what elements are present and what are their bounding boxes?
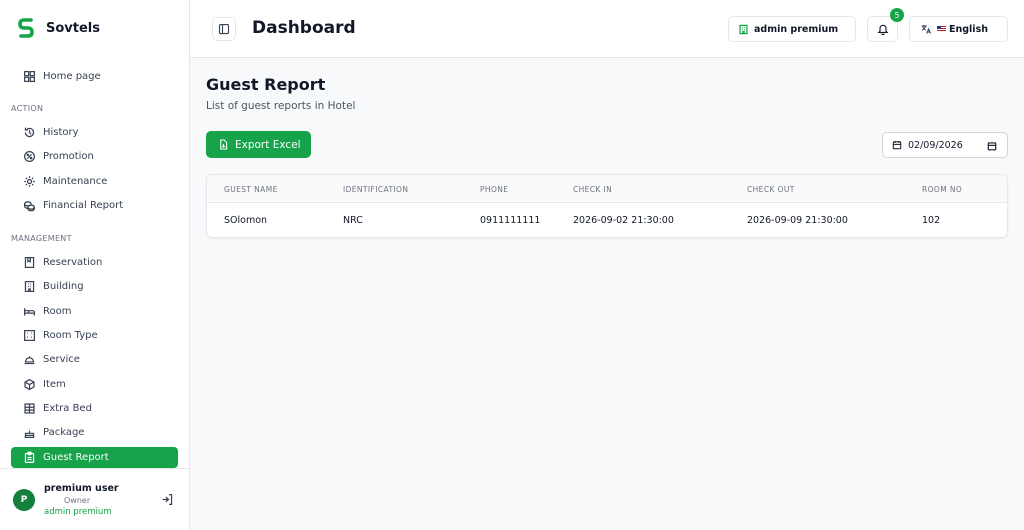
logout-icon[interactable] — [161, 493, 174, 506]
promotion-icon — [21, 149, 37, 165]
user-name: premium user — [44, 483, 119, 494]
sidebar-item-label: Promotion — [43, 151, 94, 162]
box-icon — [21, 377, 37, 393]
sidebar-item-label: Extra Bed — [43, 403, 92, 414]
sidebar: Sovtels Home page ACTION History Promoti… — [0, 0, 190, 530]
export-excel-label: Export Excel — [235, 138, 301, 151]
sidebar-item-label: Maintenance — [43, 176, 108, 187]
sidebar-item-label: Room Type — [43, 330, 98, 341]
notification-count-badge: 5 — [890, 8, 904, 22]
cell-identification: NRC — [343, 215, 363, 226]
org-selector-button[interactable]: admin premium — [728, 16, 856, 42]
sidebar-item-guest-report[interactable]: Guest Report — [11, 447, 178, 468]
sidebar-item-reservation[interactable]: Reservation — [11, 252, 178, 273]
sidebar-item-label: Home page — [43, 71, 101, 82]
sidebar-item-label: Guest Report — [43, 452, 109, 463]
section-title-action: ACTION — [11, 104, 44, 113]
report-title: Guest Report — [206, 75, 326, 94]
sidebar-item-home[interactable]: Home page — [11, 66, 178, 87]
sidebar-item-promotion[interactable]: Promotion — [11, 146, 178, 167]
cake-icon — [21, 425, 37, 441]
org-selector-label: admin premium — [754, 23, 839, 35]
sidebar-item-label: Service — [43, 354, 80, 365]
sidebar-item-building[interactable]: Building — [11, 276, 178, 297]
grid-icon — [21, 69, 37, 85]
cell-check-in: 2026-09-02 21:30:00 — [573, 215, 674, 226]
report-subtitle: List of guest reports in Hotel — [206, 100, 356, 112]
table-icon — [21, 401, 37, 417]
clipboard-icon — [21, 450, 37, 466]
bed-icon — [21, 304, 37, 320]
brand[interactable]: Sovtels — [18, 16, 100, 40]
translate-icon — [921, 24, 931, 34]
sidebar-item-label: History — [43, 127, 79, 138]
sidebar-item-label: Package — [43, 427, 85, 438]
sidebar-item-item[interactable]: Item — [11, 374, 178, 395]
sidebar-item-label: Financial Report — [43, 200, 124, 211]
brand-name: Sovtels — [46, 20, 100, 36]
export-excel-button[interactable]: Export Excel — [206, 131, 311, 158]
column-header-check-out: CHECK OUT — [747, 185, 795, 194]
sidebar-item-service[interactable]: Service — [11, 349, 178, 370]
building-icon — [21, 279, 37, 295]
cell-check-out: 2026-09-09 21:30:00 — [747, 215, 848, 226]
cell-guest-name: SOlomon — [224, 215, 268, 226]
page-title: Dashboard — [252, 18, 356, 38]
language-selector-button[interactable]: English — [909, 16, 1008, 42]
sidebar-toggle-button[interactable] — [212, 17, 236, 41]
file-export-icon — [220, 139, 228, 150]
sidebar-item-extra-bed[interactable]: Extra Bed — [11, 398, 178, 419]
sidebar-item-room[interactable]: Room — [11, 301, 178, 322]
user-role: Owner — [64, 496, 91, 505]
user-org: admin premium — [44, 507, 112, 517]
us-flag-icon — [937, 26, 946, 32]
avatar[interactable]: P — [13, 489, 35, 511]
section-title-management: MANAGEMENT — [11, 234, 72, 243]
top-header: Dashboard admin premium 5 English — [190, 0, 1024, 58]
history-icon — [21, 125, 37, 141]
column-header-room-no: ROOM NO — [922, 185, 963, 194]
sidebar-item-label: Room — [43, 306, 72, 317]
gear-icon — [21, 174, 37, 190]
calendar-icon — [892, 140, 902, 150]
date-filter-input[interactable]: 02/09/2026 — [882, 132, 1008, 158]
sidebar-item-package[interactable]: Package — [11, 422, 178, 443]
column-header-guest-name: GUEST NAME — [224, 185, 278, 194]
panel-left-icon — [218, 23, 230, 35]
brand-logo-icon — [18, 18, 34, 38]
coins-icon — [21, 198, 37, 214]
sidebar-item-financial-report[interactable]: Financial Report — [11, 195, 178, 216]
cell-room-no: 102 — [922, 215, 941, 226]
user-profile: P premium user Owner admin premium — [0, 468, 189, 530]
bell-icon — [877, 24, 888, 35]
building-icon — [739, 24, 748, 34]
table-header: GUEST NAME IDENTIFICATION PHONE CHECK IN… — [207, 175, 1007, 203]
sidebar-item-label: Reservation — [43, 257, 103, 268]
guest-report-table: GUEST NAME IDENTIFICATION PHONE CHECK IN… — [206, 174, 1008, 238]
cell-phone: 0911111111 — [480, 215, 541, 226]
language-label: English — [949, 23, 988, 35]
calendar-picker-icon[interactable] — [987, 141, 997, 151]
sidebar-item-label: Item — [43, 379, 66, 390]
grid-icon — [21, 328, 37, 344]
book-icon — [21, 255, 37, 271]
sidebar-item-label: Building — [43, 281, 84, 292]
column-header-check-in: CHECK IN — [573, 185, 613, 194]
bell-service-icon — [21, 352, 37, 368]
sidebar-item-history[interactable]: History — [11, 122, 178, 143]
column-header-phone: PHONE — [480, 185, 509, 194]
column-header-identification: IDENTIFICATION — [343, 185, 409, 194]
sidebar-item-maintenance[interactable]: Maintenance — [11, 171, 178, 192]
sidebar-item-room-type[interactable]: Room Type — [11, 325, 178, 346]
date-value: 02/09/2026 — [908, 139, 963, 151]
